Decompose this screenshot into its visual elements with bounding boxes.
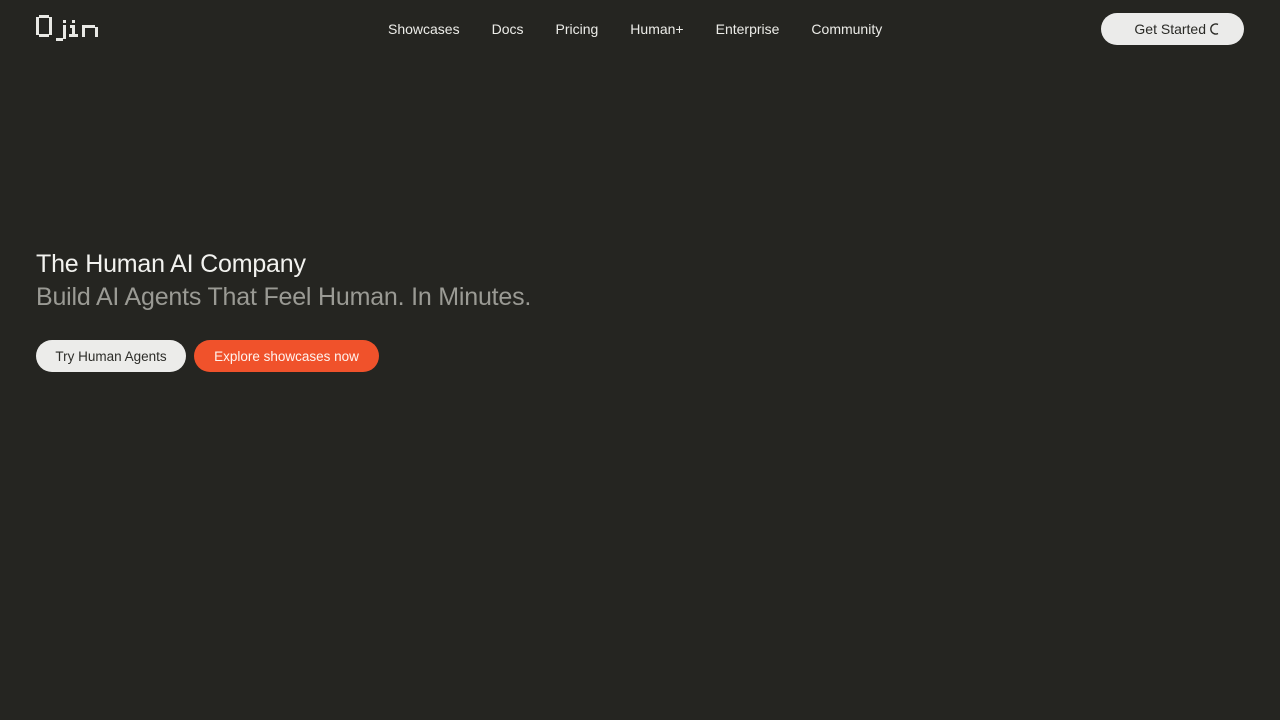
nav-item-community[interactable]: Community xyxy=(811,21,882,37)
get-started-label: Get Started xyxy=(1134,21,1206,37)
spinner-icon xyxy=(1210,23,1219,35)
nav-item-enterprise[interactable]: Enterprise xyxy=(716,21,780,37)
nav-item-pricing[interactable]: Pricing xyxy=(556,21,599,37)
main-nav: Showcases Docs Pricing Human+ Enterprise… xyxy=(388,19,882,39)
nav-item-showcases[interactable]: Showcases xyxy=(388,21,460,37)
try-human-agents-button[interactable]: Try Human Agents xyxy=(36,340,186,372)
top-navigation-bar: Showcases Docs Pricing Human+ Enterprise… xyxy=(0,0,1280,58)
get-started-button[interactable]: Get Started xyxy=(1101,13,1244,45)
nav-item-docs[interactable]: Docs xyxy=(492,21,524,37)
hero-cta-row: Try Human Agents Explore showcases now xyxy=(36,340,379,372)
hero-title: The Human AI Company xyxy=(36,250,306,278)
hero-subtitle: Build AI Agents That Feel Human. In Minu… xyxy=(36,283,532,311)
nav-item-human-plus[interactable]: Human+ xyxy=(630,21,683,37)
ojin-logo[interactable] xyxy=(36,15,100,43)
explore-showcases-button[interactable]: Explore showcases now xyxy=(194,340,379,372)
hero-section: The Human AI Company Build AI Agents Tha… xyxy=(36,248,531,313)
